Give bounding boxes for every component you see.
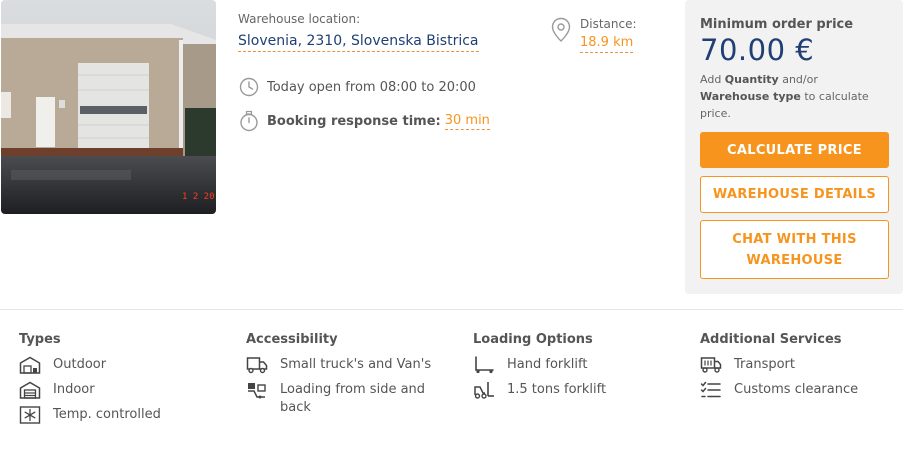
types-title: Types bbox=[19, 332, 61, 347]
loading-forklift-1-5t: 1.5 tons forklift bbox=[507, 382, 607, 397]
calculate-price-button[interactable]: CALCULATE PRICE bbox=[700, 132, 889, 168]
service-customs-clearance: Customs clearance bbox=[734, 382, 859, 397]
price-hint: Add Quantity and/or Warehouse type to ca… bbox=[700, 71, 889, 122]
accessibility-section: Accessibility Small truck's and Van's Lo… bbox=[246, 332, 440, 424]
distance-value: 18.9 km bbox=[580, 35, 634, 53]
list-item: Indoor bbox=[19, 381, 161, 399]
accessibility-small-trucks: Small truck's and Van's bbox=[280, 357, 432, 372]
booking-response-row: Booking response time: 30 min bbox=[238, 110, 490, 132]
type-indoor: Indoor bbox=[53, 382, 95, 397]
opening-hours-row: Today open from 08:00 to 20:00 bbox=[238, 76, 476, 98]
indoor-warehouse-icon bbox=[19, 381, 41, 399]
section-divider bbox=[0, 309, 903, 310]
booking-response-label: Booking response time: bbox=[267, 113, 441, 129]
list-item: Transport bbox=[700, 356, 858, 374]
opening-hours-text: Today open from 08:00 to 20:00 bbox=[267, 79, 476, 95]
price-hint-quantity: Quantity bbox=[724, 73, 779, 86]
warehouse-photo-image: 1 2 20 bbox=[1, 0, 216, 214]
list-item: 1.5 tons forklift bbox=[473, 381, 606, 399]
stopwatch-icon bbox=[238, 110, 260, 132]
warehouse-info: Warehouse location: Slovenia, 2310, Slov… bbox=[238, 12, 538, 132]
price-hint-type: Warehouse type bbox=[700, 90, 801, 103]
additional-services-section: Additional Services Transport Customs cl… bbox=[700, 332, 858, 406]
photo-date-stamp: 1 2 20 bbox=[182, 192, 215, 202]
price-panel: Minimum order price 70.00 € Add Quantity… bbox=[685, 0, 903, 294]
location-link[interactable]: Slovenia, 2310, Slovenska Bistrica bbox=[238, 33, 479, 52]
map-pin-icon bbox=[550, 17, 572, 43]
clock-icon bbox=[238, 76, 260, 98]
forklift-icon bbox=[473, 381, 495, 399]
location-label: Warehouse location: bbox=[238, 12, 361, 26]
type-outdoor: Outdoor bbox=[53, 357, 107, 372]
list-item: Small truck's and Van's bbox=[246, 356, 440, 374]
list-item: Hand forklift bbox=[473, 356, 606, 374]
list-item: Customs clearance bbox=[700, 381, 858, 399]
list-item: Temp. controlled bbox=[19, 406, 161, 424]
list-item: Outdoor bbox=[19, 356, 161, 374]
accessibility-loading-side-back: Loading from side and back bbox=[280, 382, 426, 415]
distance-block: Distance: 18.9 km bbox=[550, 17, 637, 53]
warehouse-photo[interactable]: 1 2 20 bbox=[1, 0, 216, 214]
min-order-price-label: Minimum order price bbox=[700, 17, 854, 32]
price-hint-prefix: Add bbox=[700, 73, 725, 86]
additional-services-title: Additional Services bbox=[700, 332, 842, 347]
loading-options-section: Loading Options Hand forklift 1.5 tons f… bbox=[473, 332, 606, 406]
list-item: Loading from side and back bbox=[246, 381, 440, 417]
warehouse-details-button[interactable]: WAREHOUSE DETAILS bbox=[700, 176, 889, 213]
loading-dock-icon bbox=[246, 381, 268, 399]
loading-options-title: Loading Options bbox=[473, 332, 593, 347]
service-transport: Transport bbox=[734, 357, 796, 372]
distance-label: Distance: bbox=[580, 17, 637, 31]
hand-forklift-icon bbox=[473, 356, 495, 374]
type-temp-controlled: Temp. controlled bbox=[53, 407, 161, 422]
types-section: Types Outdoor Indoor Temp. controlled bbox=[19, 332, 161, 431]
loading-hand-forklift: Hand forklift bbox=[507, 357, 588, 372]
booking-response-value: 30 min bbox=[444, 112, 490, 130]
accessibility-title: Accessibility bbox=[246, 332, 338, 347]
transport-truck-icon bbox=[700, 356, 722, 374]
snowflake-icon bbox=[19, 406, 41, 424]
chat-with-warehouse-button[interactable]: CHAT WITH THIS WAREHOUSE bbox=[700, 220, 889, 279]
outdoor-warehouse-icon bbox=[19, 356, 41, 374]
price-hint-mid: and/or bbox=[778, 73, 818, 86]
checklist-icon bbox=[700, 381, 722, 399]
truck-icon bbox=[246, 356, 268, 374]
min-order-price-value: 70.00 € bbox=[700, 33, 815, 67]
